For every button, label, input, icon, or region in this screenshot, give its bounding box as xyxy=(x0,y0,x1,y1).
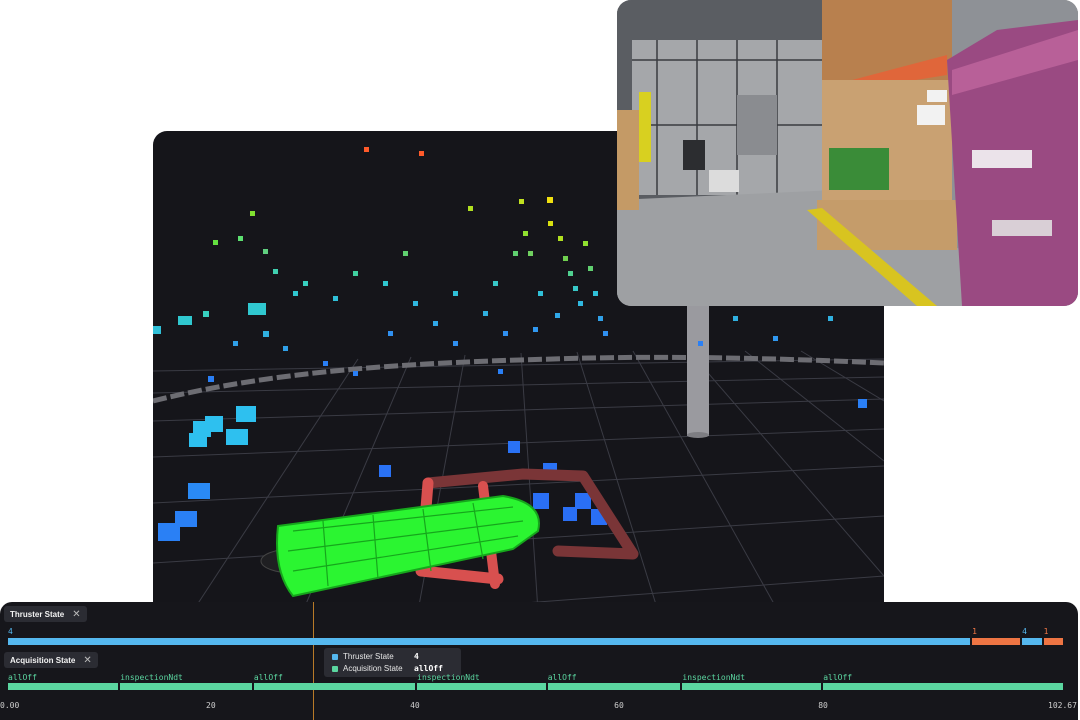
thruster-segment-label: 1 xyxy=(972,627,977,636)
acquisition-segment[interactable] xyxy=(682,683,822,690)
thruster-state-tab[interactable]: Thruster State ✕ xyxy=(4,606,87,622)
thruster-segment-label: 1 xyxy=(1043,627,1049,636)
acquisition-segment-label: inspectionNdt xyxy=(682,673,746,682)
acquisition-segment[interactable] xyxy=(547,683,681,690)
axis-tick-label: 0.00 xyxy=(0,701,20,710)
thruster-segment-label: 4 xyxy=(8,627,13,636)
playhead[interactable] xyxy=(313,602,314,720)
axis-tick-label: 102.67 xyxy=(1048,701,1077,710)
tooltip-name: Acquisition State xyxy=(343,664,403,673)
tooltip-row-thruster: Thruster State 4 xyxy=(332,652,419,661)
acquisition-segment[interactable] xyxy=(823,683,1063,690)
timeline-panel[interactable] xyxy=(0,602,1078,720)
acquisition-segment[interactable] xyxy=(253,683,416,690)
tooltip-swatch xyxy=(332,665,338,672)
tooltip-value: 4 xyxy=(414,652,419,661)
acquisition-segment-label: inspectionNdt xyxy=(417,673,480,682)
acquisition-segment-label: allOff xyxy=(823,673,853,682)
tooltip-value: allOff xyxy=(414,664,443,673)
pillar xyxy=(687,301,709,436)
thruster-segment-label: 4 xyxy=(1022,627,1027,636)
ground-grid xyxy=(153,350,884,611)
acquisition-segment[interactable] xyxy=(120,683,252,690)
tooltip-row-acquisition: Acquisition State allOff xyxy=(332,664,443,673)
axis-tick-label: 20 xyxy=(206,701,216,710)
thruster-state-title: Thruster State xyxy=(10,609,65,619)
thruster-segment[interactable] xyxy=(1022,638,1042,645)
camera-image-panel xyxy=(617,0,1078,306)
axis-tick-label: 40 xyxy=(410,701,420,710)
close-icon[interactable]: ✕ xyxy=(72,609,80,620)
axis-tick-label: 80 xyxy=(818,701,828,710)
acquisition-state-title: Acquisition State xyxy=(10,655,76,665)
acquisition-segment-label: allOff xyxy=(253,673,283,682)
thruster-segment[interactable] xyxy=(8,638,971,645)
acquisition-segment[interactable] xyxy=(8,683,119,690)
acquisition-state-tab[interactable]: Acquisition State ✕ xyxy=(4,652,98,668)
tooltip-name: Thruster State xyxy=(343,652,394,661)
tooltip-swatch xyxy=(332,653,338,660)
thruster-segment[interactable] xyxy=(972,638,1021,645)
acquisition-segment-label: inspectionNdt xyxy=(120,673,183,682)
acquisition-segment[interactable] xyxy=(417,683,546,690)
thruster-segment[interactable] xyxy=(1043,638,1063,645)
warehouse-camera-image xyxy=(617,0,1078,306)
acquisition-segment-label: allOff xyxy=(8,673,37,682)
axis-tick-label: 60 xyxy=(614,701,624,710)
acquisition-segment-label: allOff xyxy=(547,673,577,682)
close-icon[interactable]: ✕ xyxy=(83,655,91,666)
